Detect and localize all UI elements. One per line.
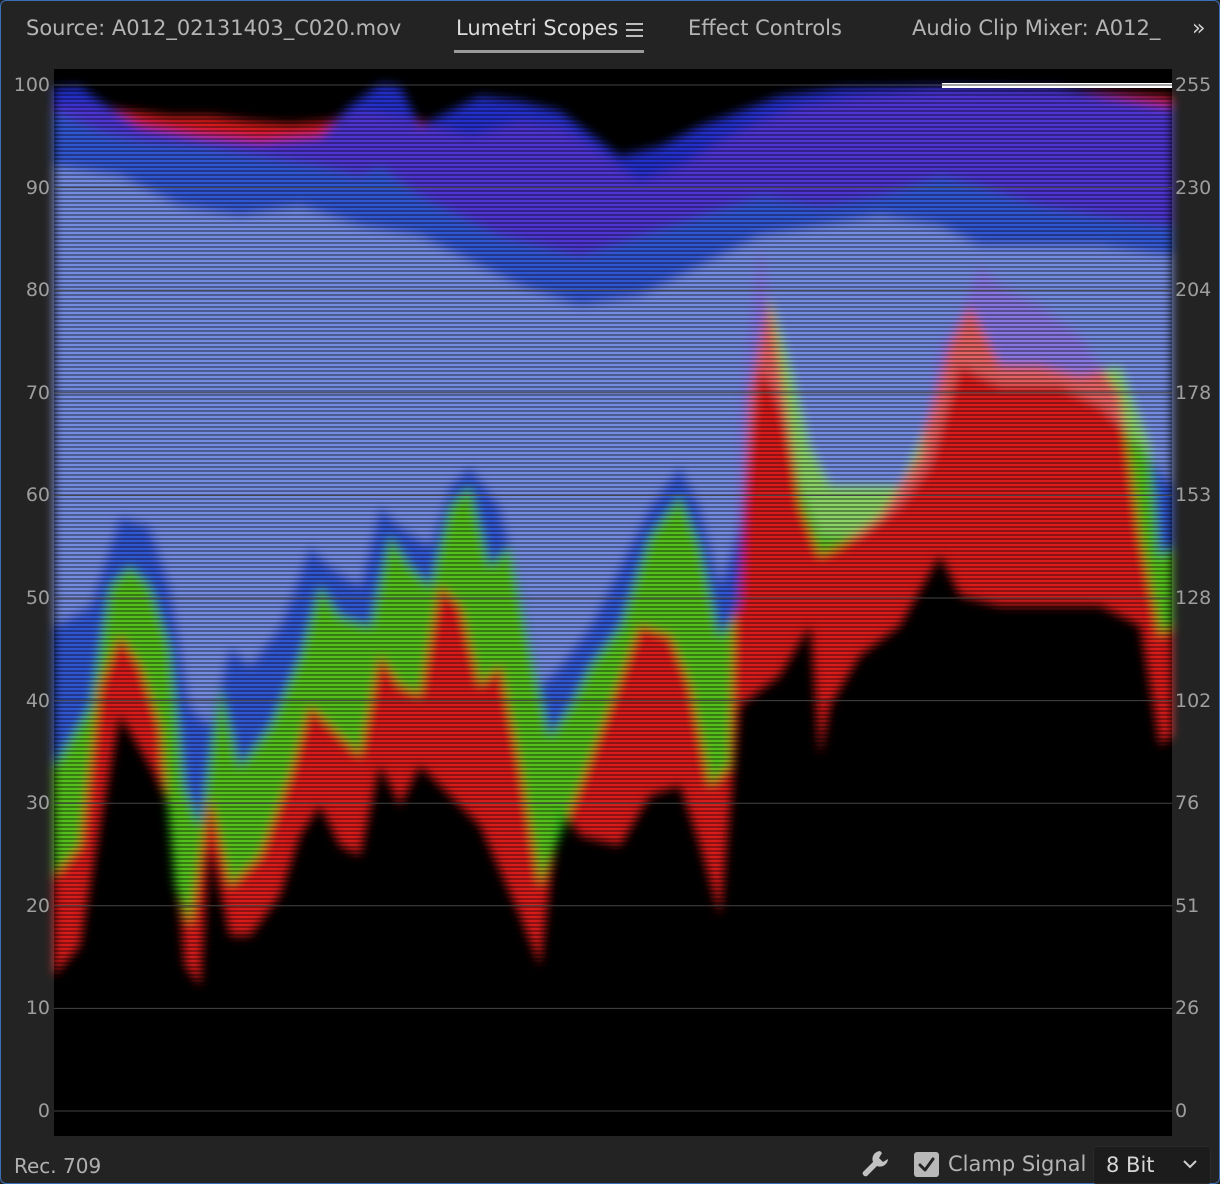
right-scale-204: 204 <box>1175 279 1212 301</box>
left-scale-10: 10 <box>25 997 50 1019</box>
right-scale-230: 230 <box>1175 177 1212 199</box>
right-scale-153: 153 <box>1175 484 1212 506</box>
right-scale-128: 128 <box>1175 587 1212 609</box>
left-scale-90: 90 <box>25 177 50 199</box>
right-scale-178: 178 <box>1175 382 1212 404</box>
clamp-signal-checkbox[interactable] <box>914 1152 939 1177</box>
left-scale-20: 20 <box>25 895 50 917</box>
tab-effect-controls[interactable]: Effect Controls <box>688 16 842 40</box>
right-scale-51: 51 <box>1175 895 1200 917</box>
tab-audio-clip-mixer[interactable]: Audio Clip Mixer: A012_ <box>912 16 1160 40</box>
left-scale-0: 0 <box>37 1100 50 1122</box>
color-space-label[interactable]: Rec. 709 <box>14 1154 101 1178</box>
panel-tab-bar: Source: A012_02131403_C020.mov Lumetri S… <box>0 0 1220 62</box>
left-scale-80: 80 <box>25 279 50 301</box>
checkmark-icon <box>918 1157 935 1172</box>
chevron-down-icon <box>1183 1160 1197 1169</box>
double-chevron-right-icon[interactable]: » <box>1192 16 1205 41</box>
right-scale-102: 102 <box>1175 690 1212 712</box>
left-scale-40: 40 <box>25 690 50 712</box>
right-scale-26: 26 <box>1175 997 1200 1019</box>
scope-scanline-texture <box>54 69 1172 1136</box>
right-scale-255: 255 <box>1175 74 1212 96</box>
tab-source[interactable]: Source: A012_02131403_C020.mov <box>26 16 401 40</box>
bit-depth-dropdown[interactable]: 8 Bit <box>1093 1146 1211 1184</box>
scope-footer: Rec. 709 Clamp Signal 8 Bit <box>0 1136 1220 1184</box>
bit-depth-value: 8 Bit <box>1106 1153 1155 1177</box>
active-tab-indicator <box>454 50 644 53</box>
hamburger-menu-icon[interactable] <box>626 22 646 38</box>
left-scale-50: 50 <box>25 587 50 609</box>
left-scale-30: 30 <box>25 792 50 814</box>
right-scale-0: 0 <box>1175 1100 1188 1122</box>
left-scale-70: 70 <box>25 382 50 404</box>
wrench-icon[interactable] <box>860 1148 892 1180</box>
clamp-signal-label[interactable]: Clamp Signal <box>948 1152 1086 1176</box>
lumetri-scope-display: 100 90 80 70 60 50 40 30 20 10 0 255 230… <box>0 66 1220 1136</box>
right-scale-76: 76 <box>1175 792 1200 814</box>
left-scale-60: 60 <box>25 484 50 506</box>
left-scale-100: 100 <box>13 74 50 96</box>
tab-lumetri-scopes[interactable]: Lumetri Scopes <box>456 16 618 40</box>
waveform-scope <box>54 69 1172 1136</box>
